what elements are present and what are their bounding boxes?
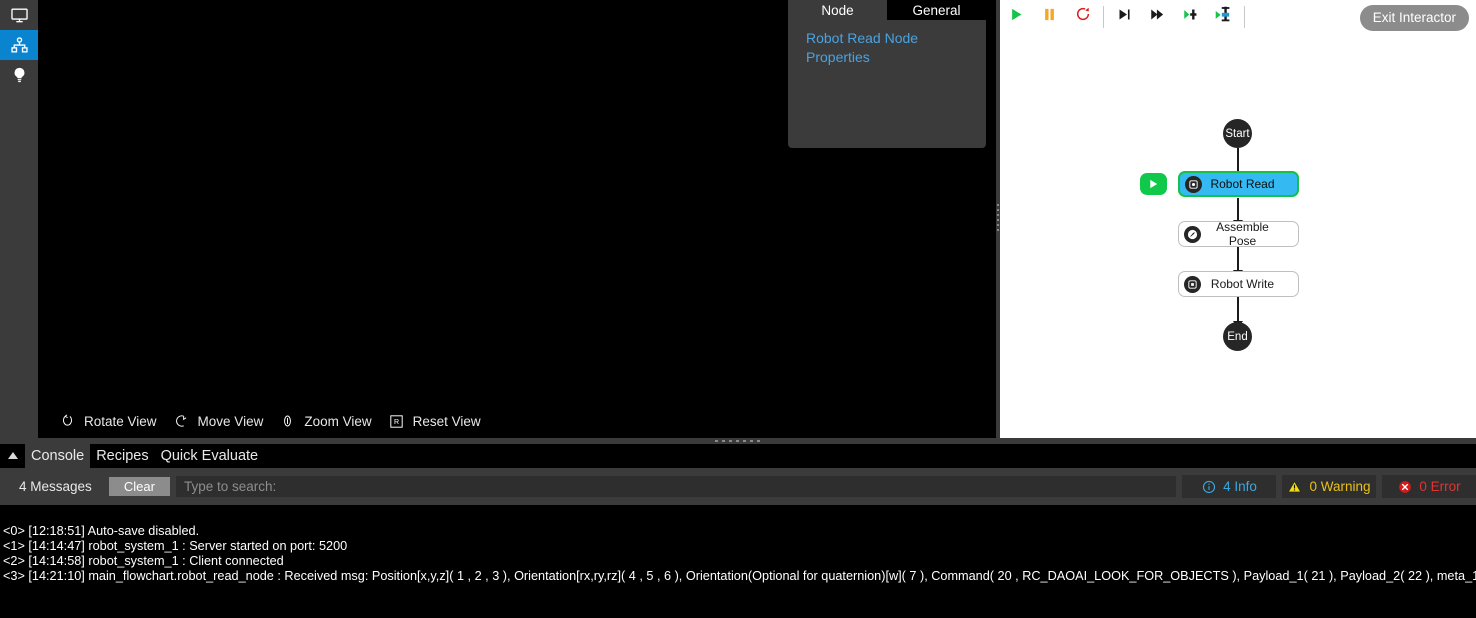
warning-badge[interactable]: 0 Warning xyxy=(1282,475,1376,498)
run-to-breakpoint-button[interactable] xyxy=(1174,2,1207,32)
rotate-view-control[interactable]: Rotate View xyxy=(60,414,157,429)
exit-interactor-button[interactable]: Exit Interactor xyxy=(1359,5,1469,31)
tab-console-label: Console xyxy=(31,448,85,464)
node-properties-panel: Node General Robot Read Node Properties xyxy=(788,0,986,148)
flow-node-start[interactable]: Start xyxy=(1223,119,1252,148)
flowchart-pane: Exit Interactor Start Robot Read Assembl… xyxy=(1000,0,1476,438)
tab-console[interactable]: Console xyxy=(25,444,91,468)
step-over-icon xyxy=(1148,7,1167,27)
restart-icon xyxy=(1075,6,1091,27)
flow-node-robot-read-label: Robot Read xyxy=(1210,177,1275,191)
error-badge-label: 0 Error xyxy=(1419,479,1461,494)
sitemap-icon xyxy=(10,36,29,55)
tab-node-label: Node xyxy=(821,2,854,18)
sidebar-item-3d-view[interactable] xyxy=(0,0,38,30)
tab-quick-evaluate-label: Quick Evaluate xyxy=(160,448,259,464)
move-view-label: Move View xyxy=(197,413,264,429)
pause-button[interactable] xyxy=(1033,2,1066,32)
splitter-grip xyxy=(997,204,999,234)
flow-node-robot-write[interactable]: Robot Write xyxy=(1178,271,1299,297)
step-over-button[interactable] xyxy=(1141,2,1174,32)
breakpoint-icon xyxy=(1214,6,1233,28)
restart-button[interactable] xyxy=(1066,2,1099,32)
log-line: <2> [14:14:58] robot_system_1 : Client c… xyxy=(3,554,284,568)
triangle-up-icon xyxy=(7,447,19,465)
toolbar-separator xyxy=(1244,5,1245,28)
bottom-dock-tab-bar: Console Recipes Quick Evaluate xyxy=(0,444,1476,468)
splitter-grip xyxy=(715,440,761,442)
flow-node-robot-write-label: Robot Write xyxy=(1210,277,1275,291)
run-to-cursor-icon xyxy=(1181,7,1200,27)
svg-text:R: R xyxy=(394,419,399,426)
log-line: <1> [14:14:47] robot_system_1 : Server s… xyxy=(3,539,348,553)
flow-node-start-label: Start xyxy=(1225,127,1250,140)
properties-title-link[interactable]: Robot Read Node Properties xyxy=(806,29,926,67)
application-window: Rotate View Move View Zoom View R Reset … xyxy=(0,0,1476,618)
run-button[interactable] xyxy=(1000,2,1033,32)
assemble-pose-icon xyxy=(1184,225,1201,243)
tab-recipes[interactable]: Recipes xyxy=(90,444,154,468)
robot-write-icon xyxy=(1184,275,1201,293)
flow-edge xyxy=(1237,148,1239,173)
debug-button-group xyxy=(1108,2,1240,32)
flow-node-end[interactable]: End xyxy=(1223,322,1252,351)
step-into-icon xyxy=(1116,7,1133,27)
error-icon xyxy=(1397,479,1412,494)
info-badge[interactable]: 4 Info xyxy=(1182,475,1276,498)
flow-edge xyxy=(1237,198,1239,222)
reset-view-control[interactable]: R Reset View xyxy=(389,414,481,429)
monitor-icon xyxy=(10,6,29,25)
search-input[interactable] xyxy=(175,476,1176,497)
clear-button[interactable]: Clear xyxy=(108,477,170,496)
zoom-view-label: Zoom View xyxy=(304,413,372,429)
playback-button-group xyxy=(1000,2,1099,32)
step-into-button[interactable] xyxy=(1108,2,1141,32)
run-marker-icon xyxy=(1140,173,1167,195)
tab-node[interactable]: Node xyxy=(788,0,887,20)
info-badge-label: 4 Info xyxy=(1223,479,1257,494)
log-line: <0> [12:18:51] Auto-save disabled. xyxy=(3,524,200,538)
rotate-view-icon xyxy=(60,414,75,429)
toggle-breakpoint-button[interactable] xyxy=(1207,2,1240,32)
zoom-view-control[interactable]: Zoom View xyxy=(280,413,372,429)
console-log-output[interactable]: <0> [12:18:51] Auto-save disabled. <1> [… xyxy=(0,505,1476,618)
reset-view-icon: R xyxy=(389,414,404,429)
play-icon xyxy=(1009,7,1024,27)
tab-recipes-label: Recipes xyxy=(96,448,149,464)
viewport-control-bar: Rotate View Move View Zoom View R Reset … xyxy=(38,404,996,438)
pause-icon xyxy=(1042,7,1057,27)
sidebar-item-hints[interactable] xyxy=(0,60,38,90)
tab-quick-evaluate[interactable]: Quick Evaluate xyxy=(155,444,265,468)
sidebar-item-flowchart[interactable] xyxy=(0,30,38,60)
flowchart-canvas[interactable]: Start Robot Read Assemble Pose Robot Wri… xyxy=(1000,33,1476,438)
rotate-view-label: Rotate View xyxy=(84,413,157,429)
flow-edge xyxy=(1237,297,1239,322)
robot-read-icon xyxy=(1185,175,1202,193)
reset-view-label: Reset View xyxy=(412,413,481,429)
warning-badge-label: 0 Warning xyxy=(1309,479,1371,494)
left-icon-rail xyxy=(0,0,38,443)
info-icon xyxy=(1201,479,1216,494)
toolbar-separator xyxy=(1103,5,1104,28)
flow-node-assemble-pose-label: Assemble Pose xyxy=(1216,220,1269,248)
properties-body: Robot Read Node Properties xyxy=(788,20,986,67)
collapse-panel-button[interactable] xyxy=(0,444,25,468)
properties-tab-bar: Node General xyxy=(788,0,986,20)
move-view-icon xyxy=(174,414,189,429)
flowchart-toolbar: Exit Interactor xyxy=(1000,0,1476,33)
error-badge[interactable]: 0 Error xyxy=(1382,475,1476,498)
flow-node-assemble-pose[interactable]: Assemble Pose xyxy=(1178,220,1299,248)
lightbulb-icon xyxy=(10,66,29,85)
tab-general-label: General xyxy=(912,2,961,18)
move-view-control[interactable]: Move View xyxy=(174,413,264,429)
flow-node-end-label: End xyxy=(1227,330,1248,343)
zoom-view-icon xyxy=(280,414,295,429)
flow-edge xyxy=(1237,247,1239,271)
tab-general[interactable]: General xyxy=(887,0,986,20)
flow-node-robot-read[interactable]: Robot Read xyxy=(1178,171,1299,197)
message-count-label: 4 Messages xyxy=(19,479,92,494)
console-control-bar: 4 Messages Clear 4 Info 0 Warning xyxy=(0,468,1476,505)
warning-icon xyxy=(1287,479,1302,494)
log-line: <3> [14:21:10] main_flowchart.robot_read… xyxy=(3,569,1476,583)
